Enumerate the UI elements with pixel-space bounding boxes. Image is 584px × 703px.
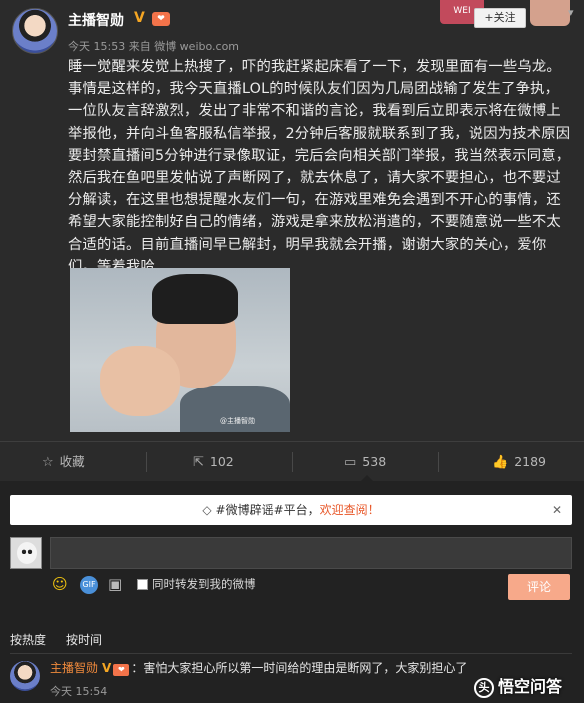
comment-text: ：害怕大家担心所以第一时间给的理由是断网了，大家别担心了: [131, 661, 468, 675]
divider: [146, 452, 147, 472]
post-photo[interactable]: @主播智勋: [70, 268, 290, 432]
sort-by-hot[interactable]: 按热度: [10, 631, 46, 648]
author-name[interactable]: 主播智勋: [68, 10, 124, 30]
comment-icon: ▭: [344, 455, 357, 470]
comment-time: 今天 15:54: [50, 685, 108, 698]
gif-icon[interactable]: GIF: [80, 576, 98, 594]
divider: [438, 452, 439, 472]
repost-button[interactable]: ⇱ 102: [193, 442, 234, 482]
rumor-notice-banner[interactable]: ◇ #微博辟谣#平台，欢迎查阅！ ✕: [10, 495, 572, 525]
photo-hands: [100, 346, 180, 416]
repost-checkbox-label: 同时转发到我的微博: [152, 577, 256, 591]
brand-logo-icon: 头: [474, 677, 494, 698]
post-content: 睡一觉醒来发觉上热搜了，吓的我赶紧起床看了一下，发现里面有一些乌龙。事情是这样的…: [68, 59, 571, 275]
comment-count: 538: [362, 454, 387, 469]
sort-by-time[interactable]: 按时间: [66, 631, 102, 648]
comment-item: 主播智勋 V ❤ ：害怕大家担心所以第一时间给的理由是断网了，大家别担心了: [50, 659, 467, 676]
follow-button[interactable]: +关注: [474, 8, 526, 28]
image-icon[interactable]: ▣: [108, 575, 122, 593]
site-watermark: 头悟空问答: [474, 673, 562, 698]
photo-hair: [152, 274, 238, 324]
watermark-text: 悟空问答: [498, 677, 563, 696]
close-icon[interactable]: ✕: [552, 495, 562, 525]
favorite-button[interactable]: ☆ 收藏: [42, 442, 85, 482]
submit-comment-button[interactable]: 评论: [508, 574, 570, 600]
fan-badge-icon: ❤: [152, 12, 170, 26]
post-meta: 今天 15:53 来自 微博 weibo.com: [68, 40, 240, 53]
profile-decoration: [530, 0, 570, 26]
favorite-label: 收藏: [59, 454, 85, 469]
repost-icon: ⇱: [193, 455, 204, 470]
verified-badge-icon: V: [102, 661, 112, 675]
verified-badge-icon: V: [134, 10, 145, 26]
photo-watermark: @主播智勋: [220, 417, 255, 425]
repost-count: 102: [209, 454, 234, 469]
comment-author-avatar[interactable]: [10, 661, 40, 691]
repost-checkbox[interactable]: [137, 579, 148, 590]
fan-badge-icon: ❤: [113, 664, 130, 676]
comment-input[interactable]: [50, 537, 572, 569]
current-user-avatar: [10, 537, 42, 569]
divider: [292, 452, 293, 472]
tag-icon: ◇: [202, 503, 212, 517]
weibo-post: 主播智勋 V ❤ 今天 15:53 来自 微博 weibo.com WEI +关…: [0, 0, 584, 441]
like-button[interactable]: 👍 2189: [492, 442, 546, 482]
like-count: 2189: [514, 454, 546, 469]
comment-section: ◇ #微博辟谣#平台，欢迎查阅！ ✕ ☺ GIF ▣ 同时转发到我的微博 评论 按…: [0, 481, 584, 703]
notice-prefix: #微博辟谣#平台，: [215, 503, 320, 517]
chevron-down-icon[interactable]: ▾: [568, 6, 574, 19]
emoji-icon[interactable]: ☺: [52, 575, 68, 593]
thumbs-up-icon: 👍: [492, 455, 509, 470]
action-bar: ☆ 收藏 ⇱ 102 ▭ 538 👍 2189: [0, 441, 584, 482]
divider: [10, 653, 572, 654]
author-avatar[interactable]: [12, 8, 58, 54]
comment-author[interactable]: 主播智勋: [50, 661, 98, 675]
notice-link[interactable]: 欢迎查阅！: [320, 503, 380, 517]
star-icon: ☆: [42, 455, 54, 470]
